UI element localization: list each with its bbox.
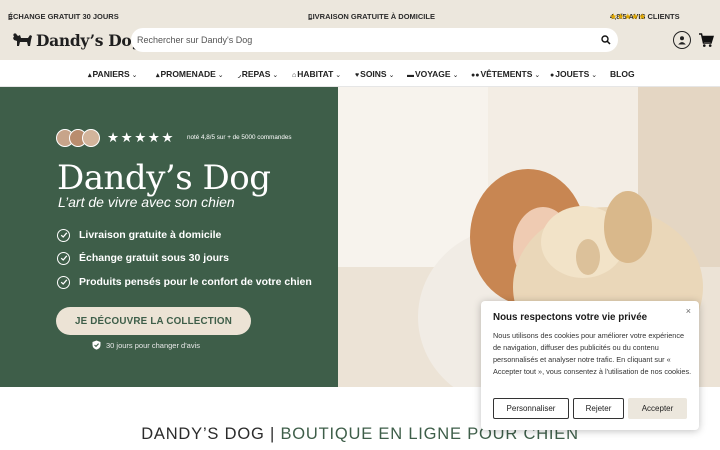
walking-dog-icon: ▴: [156, 72, 160, 79]
feature-item: Livraison gratuite à domicile: [57, 228, 221, 242]
chevron-down-icon: ⌄: [131, 72, 138, 79]
announcement-bar: ▯ ÉCHANGE GRATUIT 30 JOURS ▯ LIVRAISON GRA…: [0, 0, 720, 21]
basket-icon: ▴: [88, 72, 92, 79]
chevron-down-icon: ⌄: [335, 72, 342, 79]
reject-button[interactable]: Rejeter: [573, 398, 624, 419]
nav-item-repas[interactable]: ◞REPAS ⌄: [238, 69, 278, 79]
user-icon: [678, 36, 686, 45]
shield-check-icon: [92, 340, 101, 350]
nav-item-voyage[interactable]: ▬VOYAGE ⌄: [407, 69, 458, 79]
cookie-text: Nous utilisons des cookies pour améliore…: [493, 331, 692, 376]
cookie-banner: Nous respectons votre vie privée × Nous …: [481, 301, 699, 430]
logo-text: Dandy’s Dog: [36, 30, 143, 50]
cart-button[interactable]: [698, 32, 715, 48]
guarantee-note: 30 jours pour changer d'avis: [92, 340, 200, 350]
bone-icon: ●●: [471, 72, 480, 79]
nav-item-jouets[interactable]: ●JOUETS ⌄: [550, 69, 597, 79]
close-icon[interactable]: ×: [686, 306, 691, 316]
customize-button[interactable]: Personnaliser: [493, 398, 569, 419]
search-bar: [131, 28, 618, 52]
check-icon: [57, 275, 70, 289]
search-icon: [601, 35, 611, 45]
cart-icon: [699, 33, 715, 47]
feature-item: Échange gratuit sous 30 jours: [57, 251, 229, 265]
feature-item: Produits pensés pour le confort de votre…: [57, 275, 312, 289]
search-button[interactable]: [598, 32, 614, 48]
nav-item-blog[interactable]: BLOG: [610, 69, 635, 79]
nav-item-promenade[interactable]: ▴PROMENADE ⌄: [156, 69, 224, 79]
chevron-down-icon: ⌄: [591, 72, 598, 79]
nav-item-habitat[interactable]: ⌂HABITAT ⌄: [292, 69, 341, 79]
chevron-down-icon: ⌄: [272, 72, 279, 79]
check-icon: [57, 251, 70, 265]
discover-collection-button[interactable]: JE DÉCOUVRE LA COLLECTION: [56, 307, 251, 335]
rating-note: noté 4,8/5 sur + de 5000 commandes: [187, 134, 292, 141]
chevron-down-icon: ⌄: [452, 72, 459, 79]
customer-avatars: [56, 129, 100, 147]
house-icon: ⌂: [292, 72, 297, 79]
chevron-down-icon: ⌄: [534, 72, 541, 79]
check-icon: [57, 228, 70, 242]
chevron-down-icon: ⌄: [217, 72, 224, 79]
account-button[interactable]: [673, 31, 691, 49]
main-nav: ▴PANIERS ⌄ ▴PROMENADE ⌄ ◞REPAS ⌄ ⌂HABITAT ⌄ …: [0, 60, 720, 87]
dog-logo-icon: [13, 33, 32, 46]
car-icon: ▬: [407, 72, 414, 79]
hero-subtitle: L’art de vivre avec son chien: [58, 194, 235, 210]
site-header: Dandy’s Dog: [0, 20, 720, 60]
brand-heading: DANDY’S DOG |: [141, 425, 276, 443]
chevron-down-icon: ⌄: [388, 72, 395, 79]
hero-title: Dandy’s Dog: [57, 158, 271, 198]
nav-item-vetements[interactable]: ●●VÊTEMENTS ⌄: [471, 69, 540, 79]
cookie-title: Nous respectons votre vie privée: [493, 312, 648, 323]
accept-button[interactable]: Accepter: [628, 398, 687, 419]
heart-icon: ♥: [355, 72, 360, 79]
bowl-icon: ◞: [238, 72, 241, 79]
nav-item-paniers[interactable]: ▴PANIERS ⌄: [88, 69, 138, 79]
search-input[interactable]: [137, 31, 577, 49]
avatar: [82, 129, 100, 147]
logo[interactable]: Dandy’s Dog: [11, 29, 142, 51]
nav-item-soins[interactable]: ♥SOINS ⌄: [355, 69, 394, 79]
hero-rating-stars: ★★★★★: [107, 130, 176, 145]
ball-icon: ●: [550, 72, 555, 79]
